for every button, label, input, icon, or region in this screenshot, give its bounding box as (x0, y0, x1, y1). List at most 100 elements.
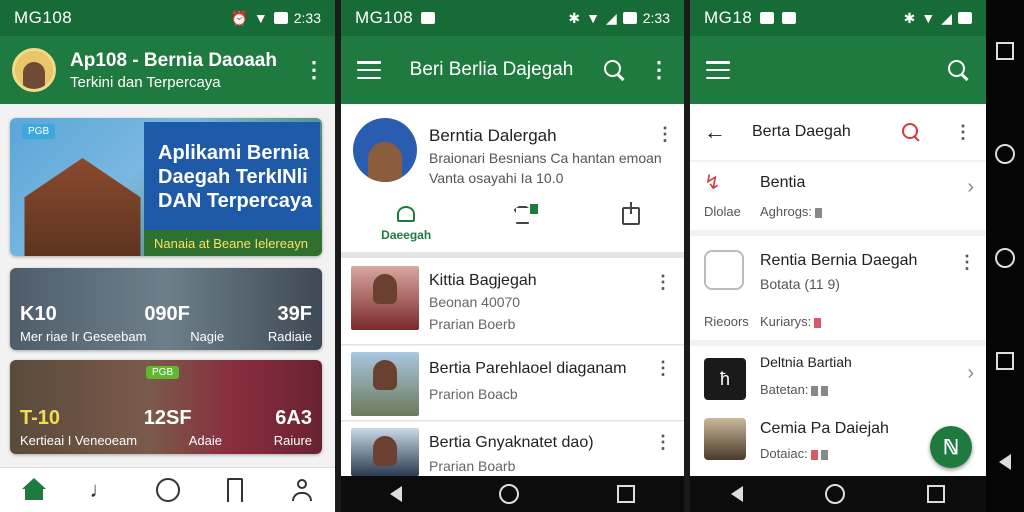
chevron-right-icon[interactable]: › (967, 362, 974, 385)
profile-icon[interactable] (290, 478, 314, 502)
tile-stat-mid: 090F (144, 303, 190, 325)
news-icon (393, 202, 419, 226)
search-icon[interactable] (602, 58, 626, 82)
tile-stat-left: K10 (20, 303, 57, 325)
music-icon[interactable]: ♩ (89, 478, 113, 502)
hero-caption: Nanaia at Beane Ielereayn (144, 230, 322, 256)
back-icon[interactable] (731, 486, 743, 502)
more-menu-icon[interactable]: ⋮ (954, 122, 972, 143)
news-title: Kittia Bagjegah (429, 272, 537, 289)
more-menu-icon[interactable]: ⋮ (303, 59, 325, 81)
back-icon[interactable] (999, 454, 1011, 470)
dark-thumbnail: ħ (704, 358, 746, 400)
sub-header: ← Berta Daegah ⋮ (690, 104, 986, 160)
home-icon[interactable] (825, 484, 845, 504)
news-action-button[interactable]: Daeegah (381, 202, 431, 242)
item-sub: Botata (11 9) (760, 276, 840, 292)
hero-banner[interactable]: PGB Aplikami Bernia Daegah TerkINli DAN … (10, 118, 322, 256)
menu-icon[interactable] (357, 61, 381, 79)
recents-icon[interactable] (996, 352, 1014, 370)
item-title: Bentia (760, 174, 806, 191)
item-title: Rentia Bernia Daegah (760, 252, 918, 269)
tile-stat-right: 6A3 (275, 407, 312, 429)
tile-label-right: Raiure (273, 433, 312, 448)
tile-stat-mid: 12SF (143, 407, 192, 429)
item-title: Deltnia Bartiah (760, 354, 852, 370)
tile-stat-right: 39F (277, 303, 312, 325)
recents-icon[interactable] (927, 485, 945, 503)
tile-label-left: Mer riae Ir Geseebam (20, 329, 147, 344)
hero-headline-3: DAN Terpercaya (158, 190, 313, 212)
item-sub: Dotaiac: (760, 446, 828, 461)
list-item[interactable]: ↯ Bentia Dlolae Aghrogs: › (690, 162, 986, 230)
list-item[interactable]: Rentia Bernia Daegah Botata (11 9) Rieoo… (690, 236, 986, 340)
list-item[interactable]: Kittia Bagjegah Beonan 40070 Prarian Boe… (341, 258, 684, 345)
side-system-bar (986, 0, 1024, 512)
person-thumbnail (704, 418, 746, 460)
wifi-icon: ▼ (586, 10, 600, 26)
share-action-button[interactable] (618, 202, 644, 242)
back-icon[interactable] (389, 486, 402, 502)
signal-icon: ◢ (605, 9, 617, 26)
more-menu-icon[interactable]: ⋮ (654, 358, 672, 379)
home-icon[interactable] (21, 478, 46, 502)
shirt-action-button[interactable] (512, 202, 538, 242)
news-thumbnail (351, 266, 419, 330)
profile-name: Berntia Dalergah (429, 126, 557, 145)
profile-desc-1: Braionari Besnians Ca hantan emoan (429, 150, 662, 166)
app-title: Ap108 - Bernia Daoaah (70, 49, 277, 71)
news-meta: Prarion Boacb (429, 386, 518, 402)
chevron-right-icon[interactable]: › (967, 176, 974, 199)
menu-icon[interactable] (706, 61, 730, 79)
search-icon[interactable] (946, 58, 970, 82)
avatar[interactable] (353, 118, 417, 182)
hero-headline-2: Daegah TerkINli (158, 166, 308, 188)
news-tile[interactable]: K10 090F 39F Mer riae Ir Geseebam Nagie … (10, 268, 322, 350)
refresh-icon[interactable] (155, 478, 180, 502)
item-sub-2: Kuriarys: (760, 314, 822, 329)
recents-icon[interactable] (617, 485, 636, 503)
tile-label-right: Radiaie (267, 329, 312, 344)
wifi-icon: ▼ (253, 10, 268, 26)
more-menu-icon[interactable]: ⋮ (654, 432, 672, 453)
news-thumbnail (351, 428, 419, 476)
chart-icon (815, 207, 823, 218)
chart-icon (810, 449, 818, 460)
home-icon[interactable] (995, 248, 1015, 268)
item-title: Cemia Pa Daiejah (760, 420, 889, 437)
news-thumbnail (351, 352, 419, 416)
search-icon[interactable] (902, 123, 920, 141)
hero-headline-panel: Aplikami Bernia Daegah TerkINli DAN Terp… (144, 122, 320, 232)
screen-profile: MG108 ✱ ▼ ◢ 2:33 Beri Berlia Dajegah ⋮ B… (341, 0, 684, 512)
bluetooth-icon: ✱ (568, 9, 581, 26)
bottom-nav: ♩ (0, 467, 335, 512)
home-icon[interactable] (499, 484, 520, 504)
bookmark-icon[interactable] (226, 478, 243, 502)
page-title: Berta Daegah (752, 123, 851, 140)
clock-label: 2:33 (293, 10, 321, 26)
more-menu-icon[interactable]: ⋮ (654, 272, 672, 293)
battery-icon (958, 12, 972, 24)
more-menu-icon[interactable]: ⋮ (648, 59, 670, 81)
recents-icon[interactable] (996, 42, 1014, 60)
list-item[interactable]: Bertia Parehlaoel diaganam Prarion Boacb… (341, 346, 684, 421)
more-menu-icon[interactable]: ⋮ (958, 252, 976, 273)
message-icon (421, 12, 436, 24)
news-tile[interactable]: PGB T-10 12SF 6A3 Kertieai I Veneoeam Ad… (10, 360, 322, 454)
status-bar: MG108 ⏰ ▼ 2:33 (0, 0, 335, 36)
avatar[interactable] (12, 48, 56, 92)
tile-label-mid: Adaie (188, 433, 223, 448)
compose-fab-button[interactable]: ℕ (930, 426, 972, 468)
news-meta: Beonan 40070 (429, 294, 521, 310)
wifi-icon: ▼ (921, 10, 936, 26)
news-meta: Prarian Boarb (429, 458, 516, 474)
list-item[interactable]: Bertia Gnyaknatet dao) Prarian Boarb ⋮ (341, 422, 684, 477)
home-icon[interactable] (995, 144, 1015, 164)
back-arrow-icon[interactable]: ← (704, 119, 726, 145)
message-icon (760, 12, 775, 24)
tile-label-left: Kertieai I Veneoeam (20, 433, 138, 448)
carrier-label: MG18 (704, 8, 753, 27)
app-bar: Beri Berlia Dajegah ⋮ (341, 36, 684, 104)
more-menu-icon[interactable]: ⋮ (656, 124, 674, 145)
clock-label: 2:33 (642, 10, 670, 26)
